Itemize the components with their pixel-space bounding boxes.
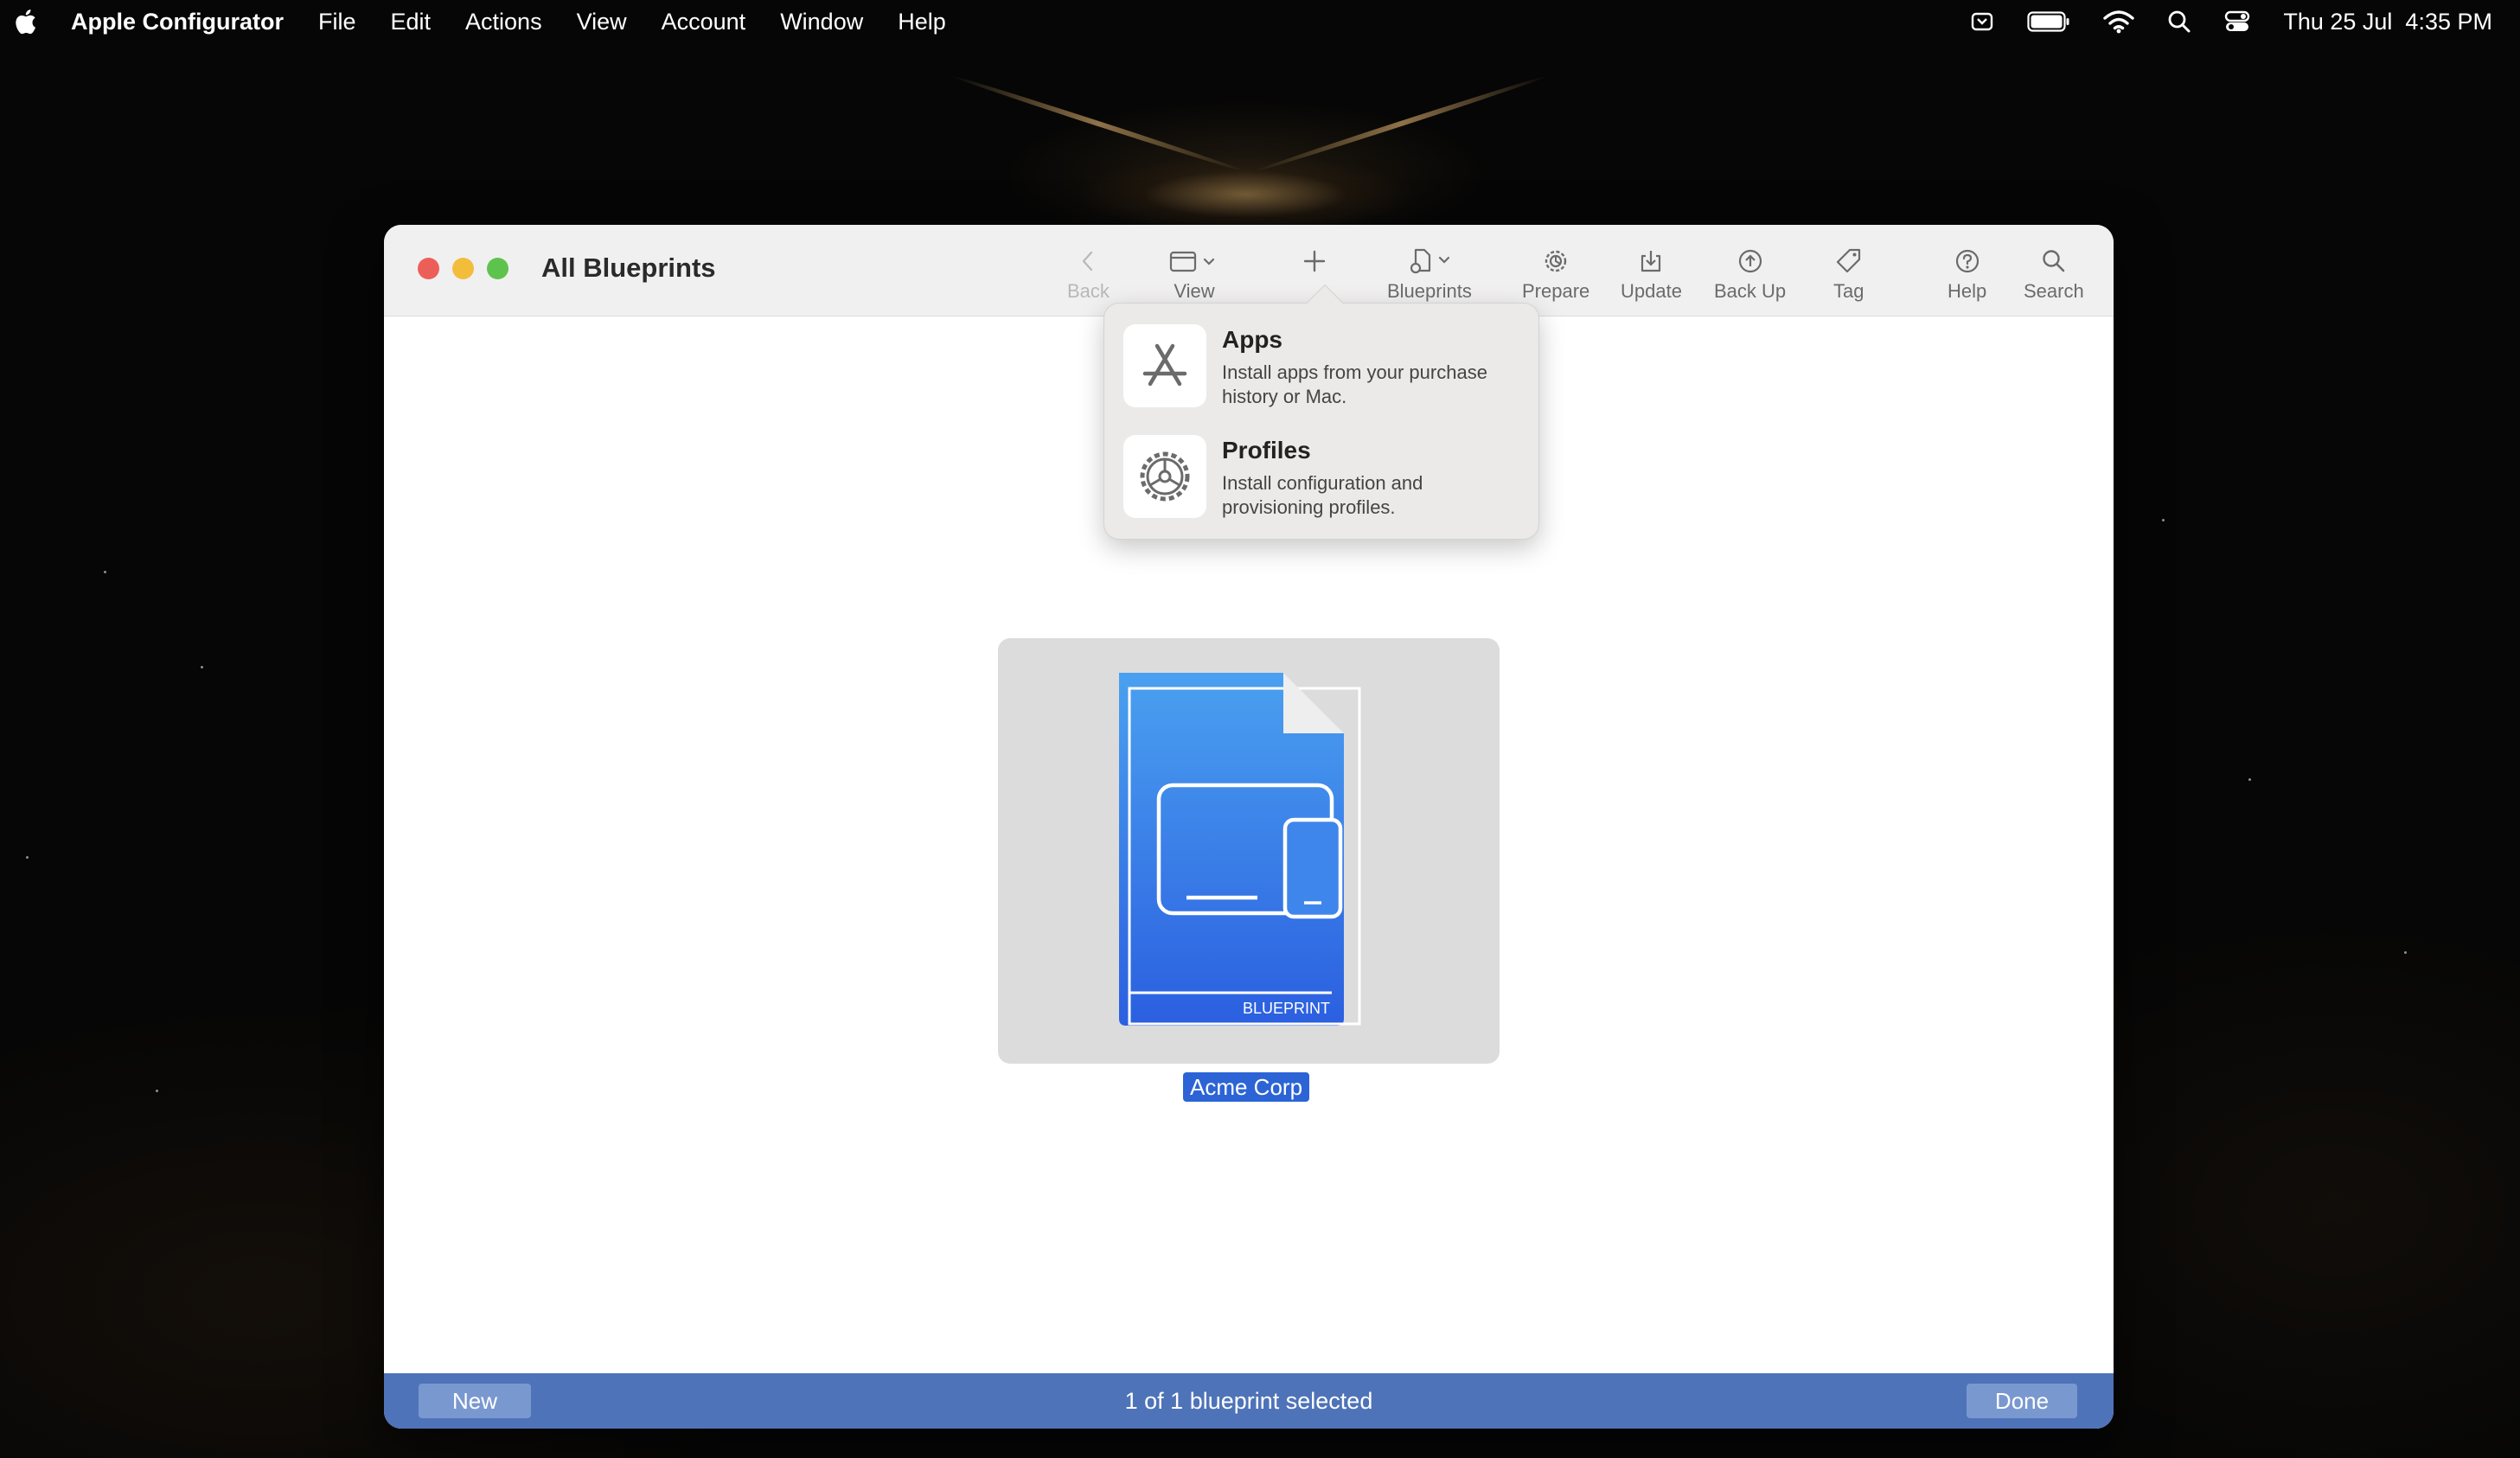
search-button[interactable]: Search	[2024, 244, 2084, 303]
star	[156, 1090, 158, 1092]
zoom-window-button[interactable]	[487, 258, 508, 279]
minimize-window-button[interactable]	[452, 258, 474, 279]
download-tray-icon	[1641, 251, 1661, 272]
add-popover: Apps Install apps from your purchase his…	[1103, 284, 1539, 540]
menu-file[interactable]: File	[318, 9, 356, 35]
update-label: Update	[1621, 280, 1682, 302]
spotlight-search-icon[interactable]	[2167, 10, 2191, 34]
blueprints-button[interactable]: Blueprints	[1387, 244, 1472, 303]
menu-app-name[interactable]: Apple Configurator	[71, 9, 284, 35]
selection-status: 1 of 1 blueprint selected	[1124, 1388, 1373, 1414]
star	[2404, 951, 2407, 954]
star	[2248, 778, 2251, 781]
wallpaper-wing-left	[949, 73, 1248, 175]
tag-label: Tag	[1833, 280, 1864, 302]
tag-button[interactable]: Tag	[1833, 244, 1864, 303]
blueprints-label: Blueprints	[1387, 280, 1472, 302]
back-up-label: Back Up	[1714, 280, 1787, 302]
back-up-button[interactable]: Back Up	[1714, 244, 1786, 303]
popover-item-title: Apps	[1222, 326, 1282, 353]
window-view-icon	[1169, 251, 1215, 272]
blueprint-badge: BLUEPRINT	[1243, 1000, 1330, 1017]
control-center-icon[interactable]	[2224, 10, 2250, 34]
prepare-label: Prepare	[1522, 280, 1590, 302]
search-icon	[2043, 250, 2065, 272]
chevron-left-icon	[1083, 251, 1093, 272]
popover-item-description: Install configuration and provisioning p…	[1222, 472, 1423, 518]
star	[104, 571, 106, 573]
blueprint-name-label[interactable]: Acme Corp	[1183, 1072, 1310, 1102]
blueprint-tile[interactable]: BLUEPRINT	[998, 638, 1500, 1064]
wallpaper-wing-right	[1251, 73, 1551, 175]
blueprint-doc-icon	[1410, 248, 1450, 274]
gear-icon	[1545, 250, 1567, 272]
tag-icon	[1836, 248, 1860, 273]
screen-mirroring-icon[interactable]	[1970, 10, 1994, 34]
menu-account[interactable]: Account	[662, 9, 746, 35]
star	[2162, 519, 2165, 521]
help-button[interactable]: Help	[1948, 244, 1986, 303]
view-label: View	[1174, 280, 1215, 302]
menu-actions[interactable]: Actions	[465, 9, 542, 35]
window-title: All Blueprints	[541, 253, 716, 283]
help-label: Help	[1948, 280, 1987, 302]
popover-item-apps[interactable]: Apps Install apps from your purchase his…	[1123, 324, 1521, 419]
bottom-bar: 1 of 1 blueprint selected New Done	[384, 1373, 2114, 1429]
menu-edit[interactable]: Edit	[391, 9, 432, 35]
popover-item-title: Profiles	[1222, 437, 1311, 464]
view-button[interactable]: View	[1169, 244, 1219, 303]
popover-item-description: Install apps from your purchase history …	[1222, 361, 1487, 407]
wifi-icon[interactable]	[2103, 10, 2135, 34]
back-button[interactable]: Back	[1067, 244, 1110, 303]
battery-icon[interactable]	[2027, 10, 2070, 33]
star	[201, 666, 203, 668]
app-store-icon	[1123, 324, 1206, 407]
update-button[interactable]: Update	[1621, 244, 1682, 303]
menu-view[interactable]: View	[577, 9, 627, 35]
menu-window[interactable]: Window	[780, 9, 863, 35]
question-circle-icon	[1955, 249, 1979, 273]
menu-help[interactable]: Help	[898, 9, 946, 35]
blueprint-file-icon: BLUEPRINT	[1119, 673, 1361, 1026]
menu-bar: Apple Configurator File Edit Actions Vie…	[0, 0, 2520, 43]
back-label: Back	[1067, 280, 1110, 302]
arrow-up-circle-icon	[1738, 249, 1762, 273]
search-label: Search	[2024, 280, 2084, 302]
new-button[interactable]: New	[419, 1384, 531, 1418]
prepare-button[interactable]: Prepare	[1522, 244, 1589, 303]
done-button[interactable]: Done	[1967, 1384, 2077, 1418]
plus-icon	[1303, 250, 1326, 272]
gear-icon	[1123, 435, 1206, 518]
close-window-button[interactable]	[418, 258, 439, 279]
apple-menu-icon[interactable]	[14, 7, 40, 36]
popover-item-profiles[interactable]: Profiles Install configuration and provi…	[1123, 435, 1521, 530]
add-button[interactable]	[1302, 244, 1327, 278]
star	[26, 856, 29, 859]
menu-clock[interactable]: Thu 25 Jul 4:35 PM	[2283, 9, 2492, 35]
